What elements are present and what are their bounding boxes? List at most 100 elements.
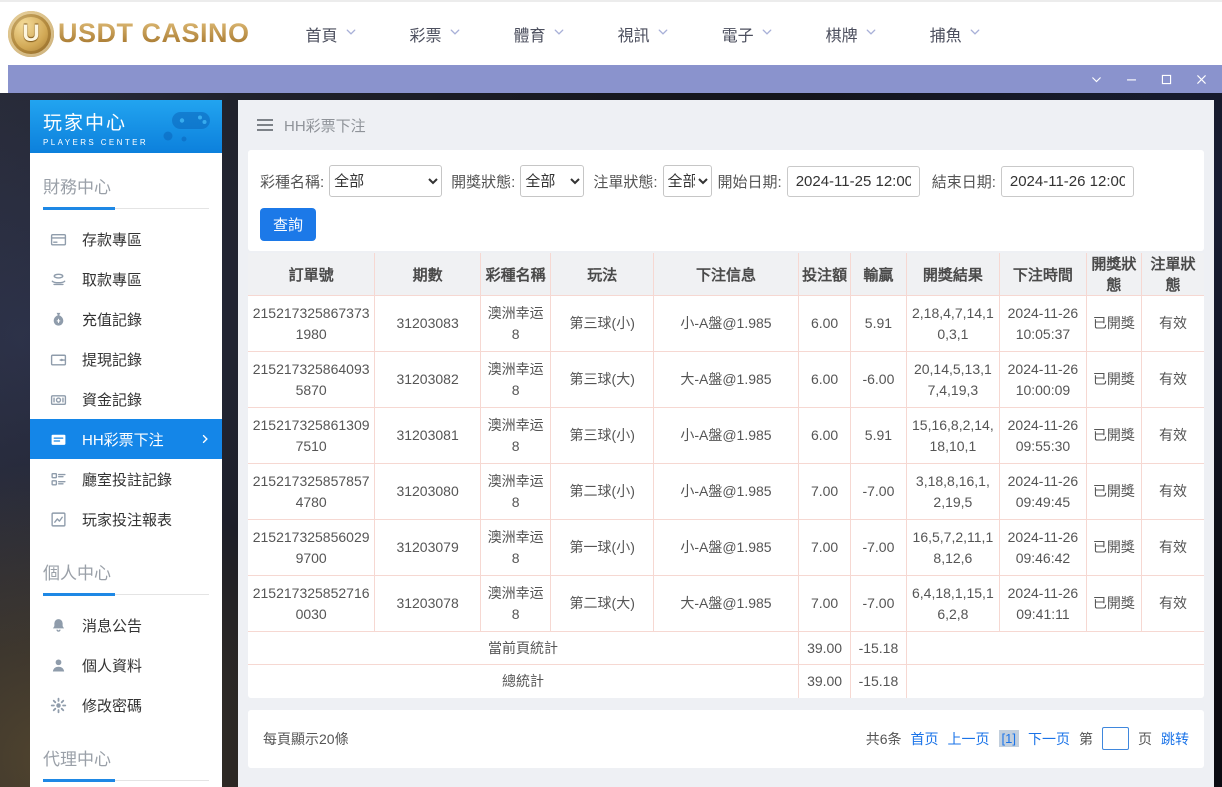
nav-item-6[interactable]: 捕魚: [930, 22, 981, 46]
table-cell: 澳洲幸运8: [480, 296, 550, 352]
table-cell: 6.00: [798, 352, 850, 408]
table-cell: 已開獎: [1086, 576, 1141, 632]
brand-logo: U USDT CASINO: [8, 11, 250, 57]
table-cell: 31203080: [375, 464, 481, 520]
first-page-link[interactable]: 首页: [911, 729, 939, 749]
window-titlebar: [8, 65, 1222, 93]
table-cell: 7.00: [798, 576, 850, 632]
table-row-0: 215217325867373198031203083澳洲幸运8第三球(小)小-…: [248, 296, 1204, 352]
sidebar-item-廳室投註記錄[interactable]: 廳室投註記錄: [30, 459, 222, 499]
draw-status-label: 開獎狀態:: [451, 171, 515, 192]
chevron-down-icon: [969, 24, 981, 43]
table-cell: 31203082: [375, 352, 481, 408]
table-row-3: 215217325857857478031203080澳洲幸运8第二球(小)小-…: [248, 464, 1204, 520]
table-header-row: 訂單號期數彩種名稱玩法下注信息投注額輸贏開獎結果下注時間開獎狀態注單狀態: [248, 253, 1204, 296]
table-cell: 5.91: [851, 296, 906, 352]
sidebar-item-個人資料[interactable]: 個人資料: [30, 645, 222, 685]
page-jump-input[interactable]: [1102, 727, 1129, 750]
bell-icon: [49, 616, 67, 634]
nav-item-1[interactable]: 彩票: [410, 22, 461, 46]
table-cell: 已開獎: [1086, 352, 1141, 408]
chevron-down-icon: [345, 24, 357, 43]
sidebar-item-修改密碼[interactable]: 修改密碼: [30, 685, 222, 725]
next-page-link[interactable]: 下一页: [1028, 729, 1070, 749]
table-cell: 2152173258640935870: [248, 352, 375, 408]
sidebar-item-玩家投注報表[interactable]: 玩家投注報表: [30, 499, 222, 539]
summary-bet-total: 39.00: [798, 632, 850, 665]
table-row-1: 215217325864093587031203082澳洲幸运8第三球(大)大-…: [248, 352, 1204, 408]
sidebar-item-HH彩票下注[interactable]: HH彩票下注: [30, 419, 222, 459]
table-row-4: 215217325856029970031203079澳洲幸运8第一球(小)小-…: [248, 520, 1204, 576]
sidebar-item-充值記錄[interactable]: 充值記錄: [30, 299, 222, 339]
current-page-summary-row: 當前頁統計39.00-15.18: [248, 632, 1204, 665]
order-status-label: 注單狀態:: [593, 171, 657, 192]
chevron-down-icon: [761, 24, 773, 43]
table-cell: 2024-11-26 09:41:11: [1000, 576, 1087, 632]
table-cell: 2,18,4,7,14,10,3,1: [906, 296, 1000, 352]
table-cell: -7.00: [851, 520, 906, 576]
col-header-訂單號: 訂單號: [248, 253, 375, 296]
col-header-開獎狀態: 開獎狀態: [1086, 253, 1141, 296]
table-cell: 已開獎: [1086, 296, 1141, 352]
table-row-2: 215217325861309751031203081澳洲幸运8第三球(小)小-…: [248, 408, 1204, 464]
jump-suffix: 页: [1138, 729, 1152, 749]
nav-item-3[interactable]: 視訊: [618, 22, 669, 46]
sidebar-item-提現記錄[interactable]: 提現記錄: [30, 339, 222, 379]
sidebar-item-label: 消息公告: [82, 615, 142, 636]
table-cell: 2024-11-26 09:49:45: [1000, 464, 1087, 520]
current-page-indicator: [1]: [999, 730, 1019, 747]
search-button[interactable]: 查詢: [260, 208, 316, 241]
draw-status-select[interactable]: 全部: [520, 165, 584, 197]
sidebar-item-消息公告[interactable]: 消息公告: [30, 605, 222, 645]
window-maximize-icon[interactable]: [1159, 72, 1173, 86]
nav-item-0[interactable]: 首頁: [306, 22, 357, 46]
app-background: 玩家中心 PLAYERS CENTER 財務中心存款專區取款專區充值記錄提現記錄…: [0, 93, 1222, 787]
table-cell: 有效: [1142, 520, 1204, 576]
nav-item-5[interactable]: 棋牌: [826, 22, 877, 46]
table-cell: 有效: [1142, 352, 1204, 408]
table-cell: 有效: [1142, 296, 1204, 352]
table-cell: 大-A盤@1.985: [654, 352, 799, 408]
col-header-下注時間: 下注時間: [1000, 253, 1087, 296]
bets-table-panel: 訂單號期數彩種名稱玩法下注信息投注額輸贏開獎結果下注時間開獎狀態注單狀態 215…: [248, 253, 1204, 698]
table-cell: 5.91: [851, 408, 906, 464]
nav-item-label: 電子: [722, 22, 754, 46]
table-cell: 有效: [1142, 464, 1204, 520]
menu-toggle-icon[interactable]: [257, 119, 273, 131]
table-cell: 小-A盤@1.985: [654, 296, 799, 352]
table-cell: 2024-11-26 10:00:09: [1000, 352, 1087, 408]
nav-item-label: 視訊: [618, 22, 650, 46]
prev-page-link[interactable]: 上一页: [948, 729, 990, 749]
sidebar-item-label: 資金記錄: [82, 389, 142, 410]
sidebar-item-取款專區[interactable]: 取款專區: [30, 259, 222, 299]
table-cell: 第三球(小): [551, 296, 654, 352]
start-date-label: 開始日期:: [718, 171, 782, 192]
table-cell: 31203081: [375, 408, 481, 464]
table-cell: 2152173258578574780: [248, 464, 375, 520]
pagination-panel: 每頁顯示20條 共6条 首页 上一页 [1] 下一页 第 页 跳转: [248, 710, 1204, 768]
sidebar-item-資金記錄[interactable]: 資金記錄: [30, 379, 222, 419]
table-cell: -7.00: [851, 464, 906, 520]
table-cell: 澳洲幸运8: [480, 408, 550, 464]
window-minimize-icon[interactable]: [1124, 72, 1138, 86]
window-close-icon[interactable]: [1194, 72, 1208, 86]
sidebar-section-title-2: 代理中心: [43, 745, 209, 781]
wallet-icon: [49, 350, 67, 368]
end-date-input[interactable]: [1001, 166, 1134, 197]
order-status-select[interactable]: 全部: [663, 165, 712, 197]
sidebar-item-存款專區[interactable]: 存款專區: [30, 219, 222, 259]
table-cell: 2152173258560299700: [248, 520, 375, 576]
nav-item-4[interactable]: 電子: [722, 22, 773, 46]
start-date-input[interactable]: [787, 166, 920, 197]
gear-icon: [49, 696, 67, 714]
sidebar-item-label: 個人資料: [82, 655, 142, 676]
lottery-name-select[interactable]: 全部: [329, 165, 442, 197]
sidebar-section-title-0: 財務中心: [43, 173, 209, 209]
table-cell: 小-A盤@1.985: [654, 408, 799, 464]
window-dropdown-chevron-icon[interactable]: [1089, 72, 1103, 86]
table-cell: 已開獎: [1086, 408, 1141, 464]
summary-label: 當前頁統計: [248, 632, 798, 665]
nav-item-2[interactable]: 體育: [514, 22, 565, 46]
jump-button[interactable]: 跳转: [1161, 729, 1189, 749]
summary-win-total: -15.18: [851, 632, 906, 665]
